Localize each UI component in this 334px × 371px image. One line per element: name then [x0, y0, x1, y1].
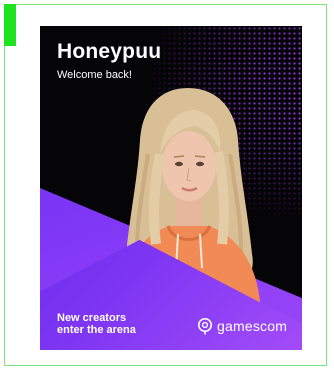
tagline: New creators enter the arena	[57, 312, 136, 336]
gamescom-logo-icon	[198, 318, 212, 335]
brand-name: gamescom	[217, 318, 288, 334]
creator-name: Honeypuu	[57, 40, 162, 63]
tagline-line-2: enter the arena	[57, 324, 136, 336]
brand-logo: gamescom	[197, 316, 287, 336]
creator-promo-card[interactable]: Honeypuu Welcome back! New creators ente…	[40, 26, 302, 350]
corner-tab	[4, 4, 16, 46]
welcome-text: Welcome back!	[57, 69, 132, 81]
tagline-line-1: New creators	[57, 312, 127, 324]
